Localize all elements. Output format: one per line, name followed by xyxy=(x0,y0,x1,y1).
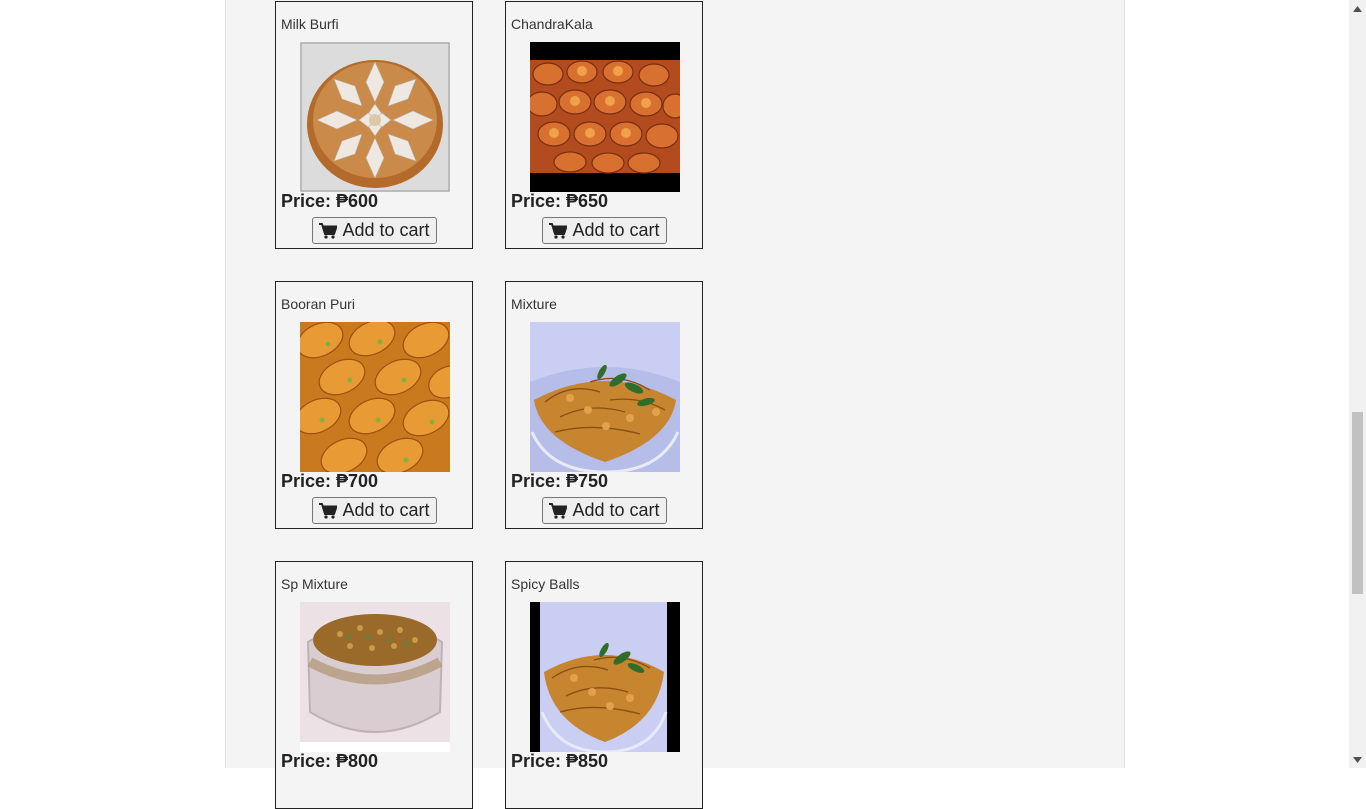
product-card-sp-mixture: Sp Mixture Price: ₱800 xyxy=(275,561,473,809)
product-card-milk-burfi: Milk Burfi Price: ₱600 Add to cart xyxy=(275,1,473,249)
price-label: Price: ₱800 xyxy=(281,751,379,771)
vertical-scrollbar[interactable] xyxy=(1349,0,1366,768)
shopping-cart-icon xyxy=(549,502,568,519)
price-label: Price: ₱850 xyxy=(511,751,609,771)
add-to-cart-button[interactable]: Add to cart xyxy=(542,217,667,244)
scrollbar-thumb[interactable] xyxy=(1352,412,1363,594)
shopping-cart-icon xyxy=(549,222,568,239)
add-to-cart-label: Add to cart xyxy=(572,500,660,520)
product-card-spicy-balls: Spicy Balls Price: ₱850 xyxy=(505,561,703,809)
add-to-cart-button[interactable]: Add to cart xyxy=(312,217,437,244)
product-card-booran-puri: Booran Puri Price: ₱700 Add to cart xyxy=(275,281,473,529)
product-name: Sp Mixture xyxy=(281,576,348,592)
product-name: ChandraKala xyxy=(511,16,593,32)
product-image-chandrakala xyxy=(530,42,680,192)
price-label: Price: ₱600 xyxy=(281,191,379,211)
product-name: Milk Burfi xyxy=(281,16,339,32)
shopping-cart-icon xyxy=(319,502,338,519)
product-image-mixture xyxy=(530,322,680,472)
scroll-down-arrow-icon[interactable] xyxy=(1349,751,1366,768)
add-to-cart-label: Add to cart xyxy=(342,500,430,520)
price-label: Price: ₱650 xyxy=(511,191,609,211)
price-label: Price: ₱700 xyxy=(281,471,379,491)
product-name: Mixture xyxy=(511,296,557,312)
product-image-milk-burfi xyxy=(300,42,450,192)
add-to-cart-label: Add to cart xyxy=(572,220,660,240)
product-image-spicy-balls xyxy=(530,602,680,752)
scroll-up-arrow-icon[interactable] xyxy=(1349,0,1366,17)
product-image-booran-puri xyxy=(300,322,450,472)
product-card-mixture: Mixture Price: ₱750 Add to cart xyxy=(505,281,703,529)
product-name: Spicy Balls xyxy=(511,576,580,592)
product-image-sp-mixture xyxy=(300,602,450,752)
shopping-cart-icon xyxy=(319,222,338,239)
product-name: Booran Puri xyxy=(281,296,355,312)
add-to-cart-button[interactable]: Add to cart xyxy=(542,497,667,524)
page-content: Milk Burfi Price: ₱600 Add to cart Chand… xyxy=(225,0,1125,809)
add-to-cart-button[interactable]: Add to cart xyxy=(312,497,437,524)
product-card-chandrakala: ChandraKala Price: ₱650 Add to cart xyxy=(505,1,703,249)
price-label: Price: ₱750 xyxy=(511,471,609,491)
add-to-cart-label: Add to cart xyxy=(342,220,430,240)
